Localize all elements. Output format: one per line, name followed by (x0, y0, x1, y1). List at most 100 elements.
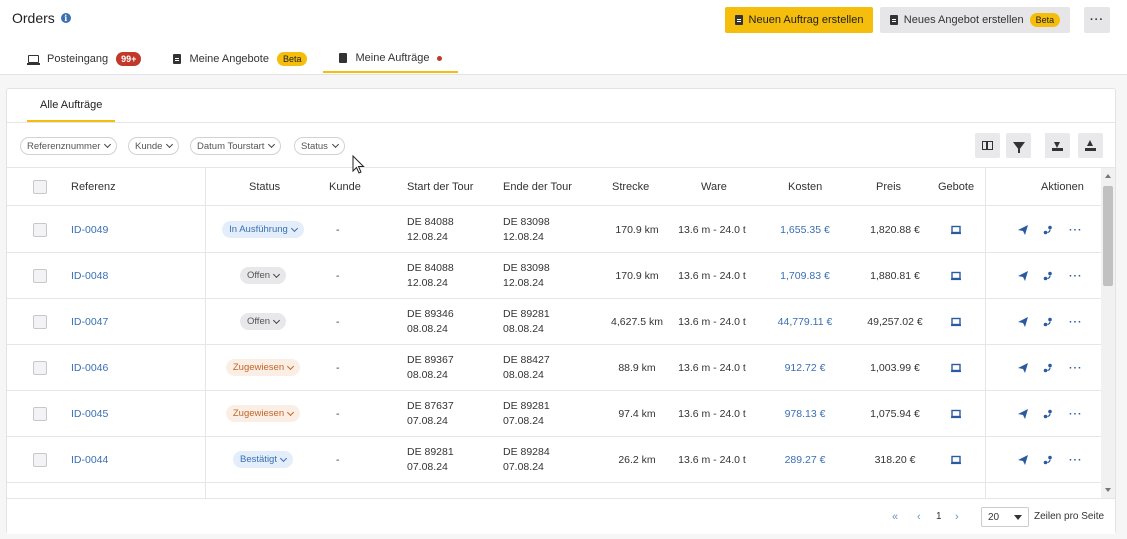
select-all-checkbox[interactable] (33, 168, 47, 205)
assign-button[interactable] (1043, 345, 1053, 390)
filter-button[interactable] (1006, 133, 1031, 158)
filter-kunde[interactable]: Kunde (128, 137, 180, 155)
bids-button[interactable] (951, 345, 961, 390)
send-button[interactable] (1018, 299, 1028, 344)
costs-link[interactable] (765, 483, 845, 498)
table-row[interactable]: ID-0048 Offen - DE 84088 12.08.24 DE 830… (7, 253, 1101, 299)
costs-link[interactable]: 289.27 € (765, 437, 845, 482)
reference-link[interactable]: ID-0049 (71, 207, 108, 252)
reference-link[interactable]: ID-0047 (71, 299, 108, 344)
costs-link[interactable]: 912.72 € (765, 345, 845, 390)
bids-button[interactable] (951, 253, 961, 298)
assign-button[interactable] (1043, 391, 1053, 436)
filter-status[interactable]: Status (294, 137, 345, 155)
upload-button[interactable] (1078, 133, 1103, 158)
bids-button[interactable] (951, 207, 961, 252)
col-ware[interactable]: Ware (701, 168, 727, 205)
prev-page-button[interactable]: ‹ (917, 511, 921, 523)
send-button[interactable] (1018, 253, 1028, 298)
row-checkbox[interactable] (33, 345, 47, 390)
table-row[interactable]: ID-0046 Zugewiesen - DE 89367 08.08.24 D… (7, 345, 1101, 391)
page-size-select[interactable]: 20 (981, 507, 1029, 527)
assign-button[interactable] (1043, 437, 1053, 482)
row-more-button[interactable]: ··· (1069, 299, 1083, 344)
costs-link[interactable]: 1,655.35 € (765, 207, 845, 252)
table-row[interactable]: ID-0047 Offen - DE 89346 08.08.24 DE 892… (7, 299, 1101, 345)
assign-button[interactable] (1043, 253, 1053, 298)
send-button[interactable] (1018, 437, 1028, 482)
columns-button[interactable] (975, 133, 1000, 158)
status-dropdown[interactable]: Offen (221, 253, 305, 298)
row-more-button[interactable]: ··· (1069, 437, 1083, 482)
row-more-button[interactable]: ··· (1069, 391, 1083, 436)
current-page[interactable]: 1 (936, 511, 942, 522)
row-checkbox[interactable] (33, 391, 47, 436)
status-dropdown[interactable]: Zugewiesen (221, 391, 305, 436)
costs-link[interactable]: 1,709.83 € (765, 253, 845, 298)
status-dropdown[interactable]: In Ausführung (221, 207, 305, 252)
download-button[interactable] (1045, 133, 1070, 158)
col-referenz[interactable]: Referenz (71, 168, 116, 205)
status-dropdown[interactable]: Bestätigt (221, 437, 305, 482)
new-order-button[interactable]: Neuen Auftrag erstellen (725, 7, 873, 33)
inbox-icon (951, 409, 961, 418)
table-row[interactable]: DE 84088 DE 89547 (7, 483, 1101, 498)
reference-link[interactable]: ID-0045 (71, 391, 108, 436)
tab-meine-auftraege[interactable]: Meine Aufträge (323, 45, 459, 73)
row-more-button[interactable]: ··· (1069, 253, 1083, 298)
col-ende[interactable]: Ende der Tour (503, 168, 572, 205)
columns-icon (982, 141, 993, 150)
row-checkbox[interactable] (33, 253, 47, 298)
row-checkbox[interactable] (33, 299, 47, 344)
status-badge[interactable]: Bestätigt (233, 451, 293, 468)
reference-link[interactable]: ID-0046 (71, 345, 108, 390)
col-status[interactable]: Status (249, 168, 280, 205)
scroll-thumb[interactable] (1103, 186, 1113, 286)
costs-link[interactable]: 44,779.11 € (765, 299, 845, 344)
col-strecke[interactable]: Strecke (612, 168, 649, 205)
reference-link[interactable]: ID-0048 (71, 253, 108, 298)
costs-link[interactable]: 978.13 € (765, 391, 845, 436)
row-more-button[interactable]: ··· (1069, 345, 1083, 390)
status-badge[interactable]: Offen (239, 313, 287, 330)
row-checkbox[interactable] (33, 483, 47, 498)
first-page-button[interactable]: « (892, 511, 898, 523)
send-button[interactable] (1018, 391, 1028, 436)
table-row[interactable]: ID-0045 Zugewiesen - DE 87637 07.08.24 D… (7, 391, 1101, 437)
tab-posteingang[interactable]: Posteingang 99+ (12, 45, 157, 73)
table-row[interactable]: ID-0044 Bestätigt - DE 89281 07.08.24 DE… (7, 437, 1101, 483)
assign-button[interactable] (1043, 299, 1053, 344)
table-scrollbar[interactable] (1101, 168, 1115, 498)
row-checkbox[interactable] (33, 207, 47, 252)
new-offer-button[interactable]: Neues Angebot erstellen Beta (880, 7, 1070, 33)
scroll-down-icon[interactable] (1105, 488, 1111, 492)
col-kosten[interactable]: Kosten (788, 168, 822, 205)
bids-button[interactable] (951, 437, 961, 482)
row-more-button[interactable]: ··· (1069, 207, 1083, 252)
info-icon[interactable]: i (60, 13, 71, 23)
send-button[interactable] (1018, 207, 1028, 252)
reference-link[interactable]: ID-0044 (71, 437, 108, 482)
filter-referenznummer[interactable]: Referenznummer (20, 137, 118, 155)
status-badge[interactable]: Zugewiesen (225, 359, 301, 376)
scroll-up-icon[interactable] (1105, 174, 1111, 178)
tab-meine-angebote[interactable]: Meine Angebote Beta (157, 45, 323, 73)
status-dropdown[interactable]: Zugewiesen (221, 345, 305, 390)
status-dropdown[interactable]: Offen (221, 299, 305, 344)
table-row[interactable]: ID-0049 In Ausführung - DE 84088 12.08.2… (7, 207, 1101, 253)
status-badge[interactable]: Zugewiesen (225, 405, 301, 422)
tab-alle-auftraege[interactable]: Alle Aufträge (27, 89, 116, 122)
assign-button[interactable] (1043, 207, 1053, 252)
row-checkbox[interactable] (33, 437, 47, 482)
filter-datum-tourstart[interactable]: Datum Tourstart (190, 137, 282, 155)
col-gebote[interactable]: Gebote (938, 168, 974, 205)
bids-button[interactable] (951, 391, 961, 436)
status-badge[interactable]: Offen (239, 267, 287, 284)
col-start[interactable]: Start der Tour (407, 168, 473, 205)
bids-button[interactable] (951, 299, 961, 344)
next-page-button[interactable]: › (955, 511, 959, 523)
more-options-button[interactable]: ··· (1084, 7, 1110, 33)
status-badge[interactable]: In Ausführung (222, 221, 304, 238)
col-preis[interactable]: Preis (876, 168, 901, 205)
send-button[interactable] (1018, 345, 1028, 390)
